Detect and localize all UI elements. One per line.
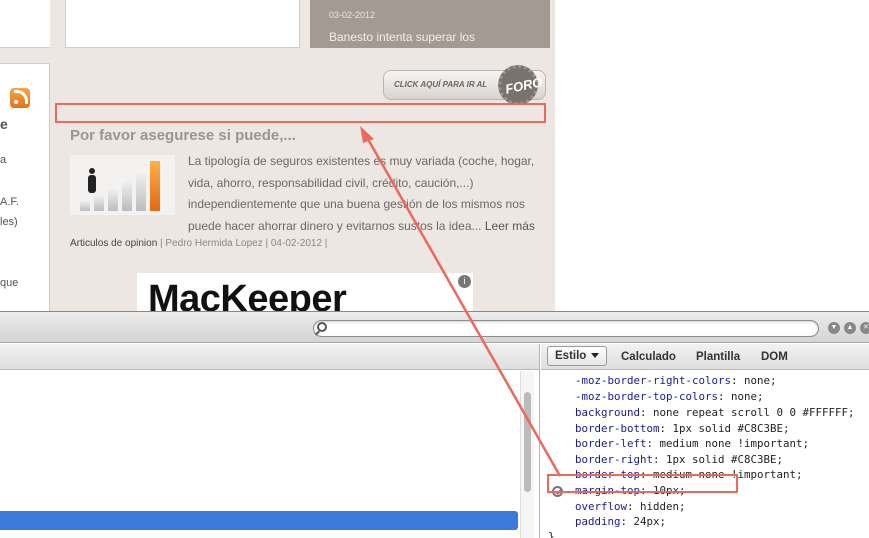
- css-declaration[interactable]: border-right: 1px solid #C8C3BE;: [575, 453, 783, 466]
- close-icon[interactable]: ✕: [860, 322, 869, 334]
- chevron-up-icon[interactable]: ▲: [844, 322, 856, 334]
- sidebar-line: que: [0, 277, 19, 289]
- css-property: padding: [575, 515, 621, 528]
- ad-text: MacKeeper: [148, 278, 347, 311]
- css-declaration[interactable]: border-left: medium none !important;: [575, 437, 809, 450]
- content-card: [65, 0, 300, 48]
- chart-bar: [136, 173, 146, 211]
- html-panel: [0, 344, 540, 538]
- css-value: 1px solid #C8C3BE;: [666, 453, 784, 466]
- tab-styles[interactable]: Estilo: [547, 346, 608, 366]
- devtools-search-input[interactable]: [313, 320, 819, 337]
- read-more-link[interactable]: Leer más: [485, 219, 535, 233]
- article-title[interactable]: Por favor asegurese si puede,...: [70, 127, 296, 144]
- left-sidebar: e a A.F. les) que: [0, 63, 50, 311]
- sidebar-line: les): [0, 216, 18, 228]
- css-property: background: [575, 406, 641, 419]
- html-panel-header: [0, 344, 539, 370]
- forum-button[interactable]: CLICK AQUÍ PARA IR AL FORO: [383, 65, 546, 105]
- forum-button-label: CLICK AQUÍ PARA IR AL: [394, 80, 488, 89]
- css-declaration[interactable]: overflow: hidden;: [575, 500, 686, 513]
- ad-info-icon[interactable]: i: [458, 275, 471, 288]
- chevron-down-icon[interactable]: ▼: [828, 322, 840, 334]
- sidebar-line: A.F.: [0, 196, 19, 208]
- css-declaration[interactable]: padding: 24px;: [575, 515, 666, 528]
- tab-styles-label: Estilo: [555, 350, 587, 362]
- selected-node-row[interactable]: [0, 511, 518, 530]
- chart-bar: [94, 195, 104, 211]
- css-property: border-right: [575, 453, 654, 466]
- article-author-date: | Pedro Hermida Lopez | 04-02-2012 |: [157, 238, 328, 249]
- scrollbar-thumb[interactable]: [524, 392, 531, 492]
- forum-badge-icon: FORO: [498, 65, 544, 105]
- css-property: border-bottom: [575, 422, 660, 435]
- forum-badge-text: FORO: [503, 74, 544, 97]
- news-date: 03-02-2012: [329, 10, 376, 20]
- devtools-panel: ▼ ▲ ✕ Estilo Calculado Plantilla DOM -mo…: [0, 311, 869, 538]
- css-value: 1px solid #C8C3BE;: [672, 422, 790, 435]
- article-category-link[interactable]: Articulos de opinion: [70, 238, 157, 249]
- css-closing-brace: }: [548, 530, 555, 538]
- css-property: -moz-border-right-colors: [575, 374, 732, 387]
- css-value: medium none !important;: [659, 437, 810, 450]
- news-title[interactable]: Banesto intenta superar los: [329, 30, 475, 44]
- devtools-toolbar: ▼ ▲ ✕: [0, 312, 869, 343]
- sidebar-heading: e: [0, 116, 8, 132]
- chart-bar: [80, 201, 90, 211]
- css-property: overflow: [575, 500, 628, 513]
- chart-bar: [150, 161, 160, 211]
- css-declaration[interactable]: border-bottom: 1px solid #C8C3BE;: [575, 422, 790, 435]
- css-declaration[interactable]: -moz-border-right-colors: none;: [575, 374, 777, 387]
- css-value: 24px;: [633, 515, 667, 528]
- chart-bar: [122, 181, 132, 211]
- css-value: hidden;: [640, 500, 686, 513]
- style-panel: Estilo Calculado Plantilla DOM -moz-bord…: [541, 344, 869, 538]
- chart-bar: [108, 189, 118, 211]
- sidebar-line: a: [0, 154, 7, 166]
- article-excerpt: La tipología de seguros existentes es mu…: [188, 154, 535, 233]
- article-thumbnail[interactable]: [70, 155, 175, 215]
- left-top-box: [0, 0, 54, 48]
- highlight-box-margin: [55, 103, 546, 123]
- tab-computed[interactable]: Calculado: [621, 351, 676, 363]
- css-property: -moz-border-top-colors: [575, 390, 719, 403]
- rss-icon[interactable]: [10, 88, 30, 108]
- climber-figure-icon: [88, 168, 96, 193]
- tab-dom[interactable]: DOM: [761, 351, 788, 363]
- search-icon: [317, 322, 327, 332]
- caret-down-icon: [591, 353, 600, 359]
- tab-template[interactable]: Plantilla: [696, 351, 740, 363]
- highlight-box-css-rule: [547, 474, 738, 493]
- css-value: none;: [744, 374, 777, 387]
- article-meta: Articulos de opinion | Pedro Hermida Lop…: [70, 238, 327, 249]
- css-value: none;: [731, 390, 764, 403]
- css-value: none repeat scroll 0 0 #FFFFFF;: [653, 406, 855, 419]
- style-panel-tabs: Estilo Calculado Plantilla DOM: [541, 344, 869, 370]
- web-page: e a A.F. les) que 03-02-2012 Banesto int…: [0, 0, 869, 311]
- article-body: La tipología de seguros existentes es mu…: [188, 151, 543, 237]
- css-property: border-left: [575, 437, 647, 450]
- css-declaration[interactable]: -moz-border-top-colors: none;: [575, 390, 764, 403]
- advertisement[interactable]: MacKeeper i: [137, 273, 473, 311]
- css-declaration[interactable]: background: none repeat scroll 0 0 #FFFF…: [575, 406, 855, 419]
